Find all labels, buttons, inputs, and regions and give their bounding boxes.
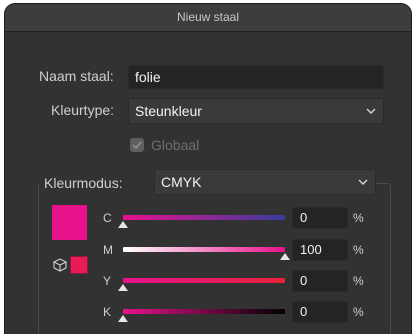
percent-unit-label: % — [353, 211, 364, 225]
channel-label-c: C — [103, 211, 112, 225]
slider-track-y[interactable] — [123, 278, 285, 283]
slider-thumb-k[interactable] — [118, 315, 128, 322]
slider-thumb-y[interactable] — [118, 284, 128, 291]
chevron-down-icon — [358, 179, 368, 185]
slider-track-m[interactable] — [123, 247, 285, 252]
percent-unit-label: % — [353, 243, 364, 257]
slider-thumb-c[interactable] — [118, 221, 128, 228]
slider-track-k[interactable] — [123, 309, 285, 314]
color-mode-label: Kleurmodus: — [44, 175, 123, 191]
channel-value-input-c[interactable]: 0 — [292, 207, 348, 229]
color-type-label: Kleurtype: — [51, 102, 115, 118]
color-mode-select[interactable]: CMYK — [154, 169, 376, 195]
channel-label-k: K — [103, 305, 112, 319]
color-type-value: Steunkleur — [135, 103, 202, 119]
swatch-name-input[interactable]: folie — [128, 65, 384, 89]
in-gamut-color-swatch[interactable] — [70, 256, 88, 274]
chevron-down-icon — [366, 108, 376, 114]
channel-value-input-m[interactable]: 100 — [292, 239, 348, 261]
color-mode-value: CMYK — [161, 174, 202, 190]
slider-thumb-m[interactable] — [280, 253, 290, 260]
color-type-select[interactable]: Steunkleur — [128, 98, 384, 124]
global-label: Globaal — [151, 137, 200, 153]
channel-label-y: Y — [103, 274, 112, 288]
slider-track-c[interactable] — [123, 215, 285, 220]
checkmark-icon — [132, 141, 142, 150]
dialog-content: Naam staal: folie Kleurtype: Steunkleur … — [5, 32, 411, 334]
channel-value-input-y[interactable]: 0 — [292, 270, 348, 292]
global-checkbox[interactable] — [130, 138, 144, 152]
color-preview-swatch — [52, 205, 87, 240]
dialog-title: Nieuw staal — [5, 4, 411, 32]
channel-label-m: M — [103, 243, 113, 257]
out-of-gamut-cube-icon[interactable] — [53, 258, 67, 272]
percent-unit-label: % — [353, 274, 364, 288]
channel-value-input-k[interactable]: 0 — [292, 301, 348, 323]
swatch-name-label: Naam staal: — [39, 68, 114, 84]
percent-unit-label: % — [353, 305, 364, 319]
new-swatch-dialog: Nieuw staal Naam staal: folie Kleurtype:… — [5, 4, 411, 334]
